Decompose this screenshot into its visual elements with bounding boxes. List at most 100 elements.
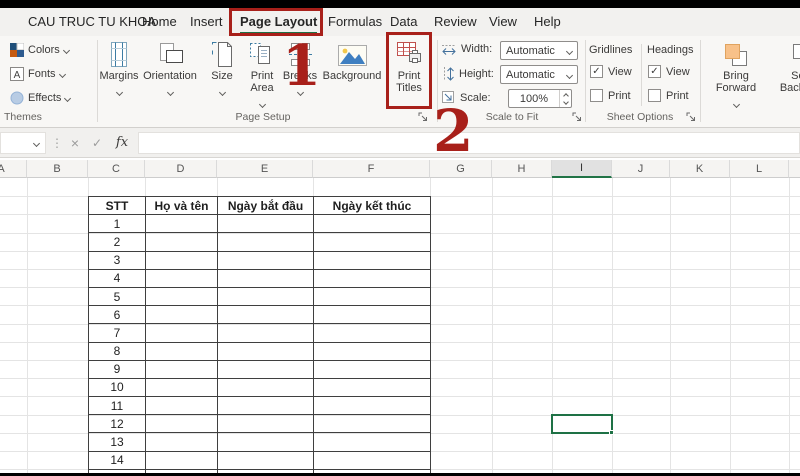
empty-cell[interactable] [146, 270, 218, 288]
stt-cell[interactable]: 10 [89, 379, 146, 397]
headings-print-checkbox[interactable]: Print [648, 89, 689, 102]
empty-cell[interactable] [314, 324, 431, 342]
empty-cell[interactable] [146, 288, 218, 306]
empty-cell[interactable] [218, 306, 314, 324]
tab-home[interactable]: Home [142, 8, 177, 36]
stt-cell[interactable]: 9 [89, 361, 146, 379]
empty-cell[interactable] [314, 270, 431, 288]
column-header-K[interactable]: K [670, 160, 730, 178]
spreadsheet-grid[interactable]: ABCDEFGHIJKLM STTHọ và tênNgày bắt đầuNg… [0, 158, 800, 476]
empty-cell[interactable] [314, 379, 431, 397]
column-header-I[interactable]: I [552, 160, 612, 178]
empty-cell[interactable] [146, 361, 218, 379]
empty-cell[interactable] [218, 433, 314, 451]
empty-cell[interactable] [146, 415, 218, 433]
gridlines-view-checkbox[interactable]: ✓ View [590, 65, 632, 78]
tab-formulas[interactable]: Formulas [328, 8, 382, 36]
empty-cell[interactable] [218, 452, 314, 470]
tab-page-layout[interactable]: Page Layout [240, 8, 317, 36]
enter-check-icon[interactable]: ✓ [88, 132, 106, 154]
empty-cell[interactable] [146, 343, 218, 361]
width-dropdown[interactable]: Automatic [500, 41, 578, 60]
stt-cell[interactable]: 7 [89, 324, 146, 342]
empty-cell[interactable] [146, 215, 218, 233]
background-button[interactable]: Background [317, 38, 387, 126]
stt-cell[interactable]: 2 [89, 233, 146, 251]
scale-to-fit-dialog-launcher[interactable] [572, 112, 582, 122]
column-header-B[interactable]: B [27, 160, 88, 178]
empty-cell[interactable] [218, 215, 314, 233]
table-header-cell[interactable]: Ngày kết thúc [314, 197, 431, 215]
table-header-cell[interactable]: STT [89, 197, 146, 215]
empty-cell[interactable] [146, 452, 218, 470]
column-header-D[interactable]: D [145, 160, 217, 178]
tab-insert[interactable]: Insert [190, 8, 223, 36]
stt-cell[interactable]: 1 [89, 215, 146, 233]
empty-cell[interactable] [146, 252, 218, 270]
effects-button[interactable]: Effects [10, 89, 70, 107]
stt-cell[interactable]: 12 [89, 415, 146, 433]
empty-cell[interactable] [218, 361, 314, 379]
empty-cell[interactable] [146, 233, 218, 251]
stt-cell[interactable]: 8 [89, 343, 146, 361]
empty-cell[interactable] [314, 452, 431, 470]
formula-input[interactable] [138, 132, 800, 154]
empty-cell[interactable] [314, 361, 431, 379]
selected-cell[interactable] [551, 414, 613, 434]
scale-spinner[interactable]: 100% [508, 89, 572, 108]
fill-handle[interactable] [609, 430, 614, 435]
empty-cell[interactable] [146, 379, 218, 397]
empty-cell[interactable] [314, 306, 431, 324]
empty-cell[interactable] [218, 379, 314, 397]
stt-cell[interactable]: 3 [89, 252, 146, 270]
gridlines-print-checkbox[interactable]: Print [590, 89, 631, 102]
column-header-J[interactable]: J [612, 160, 670, 178]
orientation-button[interactable]: Orientation [139, 38, 201, 126]
page-setup-dialog-launcher[interactable] [418, 112, 428, 122]
tab-data[interactable]: Data [390, 8, 417, 36]
empty-cell[interactable] [218, 252, 314, 270]
empty-cell[interactable] [218, 397, 314, 415]
empty-cell[interactable] [314, 343, 431, 361]
empty-cell[interactable] [218, 233, 314, 251]
empty-cell[interactable] [314, 288, 431, 306]
empty-cell[interactable] [218, 270, 314, 288]
table-header-cell[interactable]: Họ và tên [146, 197, 218, 215]
height-dropdown[interactable]: Automatic [500, 65, 578, 84]
empty-cell[interactable] [314, 433, 431, 451]
empty-cell[interactable] [218, 288, 314, 306]
tab-help[interactable]: Help [534, 8, 561, 36]
margins-button[interactable]: Margins [99, 38, 139, 126]
fonts-button[interactable]: A Fonts [10, 65, 65, 83]
tab-review[interactable]: Review [434, 8, 477, 36]
empty-cell[interactable] [314, 397, 431, 415]
insert-function-icon[interactable]: fx [112, 132, 132, 154]
column-header-F[interactable]: F [313, 160, 430, 178]
empty-cell[interactable] [218, 343, 314, 361]
empty-cell[interactable] [314, 415, 431, 433]
stt-cell[interactable]: 6 [89, 306, 146, 324]
cancel-icon[interactable]: × [66, 132, 84, 154]
column-header-H[interactable]: H [492, 160, 552, 178]
send-backward-button[interactable]: Send Backward [770, 38, 800, 126]
column-header-A[interactable]: A [0, 160, 27, 178]
empty-cell[interactable] [218, 415, 314, 433]
sheet-options-dialog-launcher[interactable] [686, 112, 696, 122]
headings-view-checkbox[interactable]: ✓ View [648, 65, 690, 78]
bring-forward-button[interactable]: Bring Forward [702, 38, 770, 126]
column-header-C[interactable]: C [88, 160, 145, 178]
stt-cell[interactable]: 5 [89, 288, 146, 306]
column-header-L[interactable]: L [730, 160, 789, 178]
empty-cell[interactable] [218, 324, 314, 342]
stt-cell[interactable]: 14 [89, 452, 146, 470]
table-header-cell[interactable]: Ngày bắt đầu [218, 197, 314, 215]
stt-cell[interactable]: 4 [89, 270, 146, 288]
stt-cell[interactable]: 13 [89, 433, 146, 451]
empty-cell[interactable] [146, 306, 218, 324]
empty-cell[interactable] [314, 252, 431, 270]
stt-cell[interactable]: 11 [89, 397, 146, 415]
tab-view[interactable]: View [489, 8, 517, 36]
empty-cell[interactable] [146, 433, 218, 451]
empty-cell[interactable] [314, 233, 431, 251]
empty-cell[interactable] [146, 324, 218, 342]
